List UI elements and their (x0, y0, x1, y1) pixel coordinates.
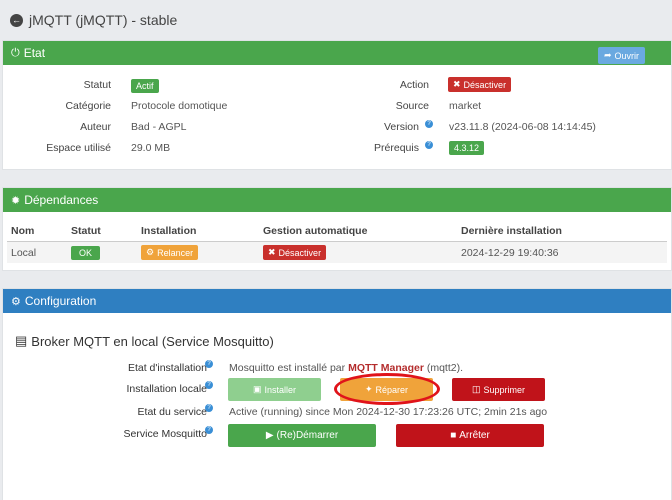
col-statut: Statut (67, 221, 137, 242)
etat-installation-suffix: (mqtt2). (426, 362, 464, 374)
auteur-label: Auteur (80, 121, 111, 133)
dependances-heading: ✹ Dépendances (3, 188, 671, 212)
installer-button[interactable]: ▣ Installer (228, 378, 321, 401)
ouvrir-button[interactable]: ➦ Ouvrir (597, 47, 645, 64)
trash-icon: ◫ (471, 384, 481, 394)
cogs-icon: ⚙ (11, 295, 21, 308)
close-icon: ✖ (453, 79, 461, 89)
broker-title-text: Broker MQTT en local (Service Mosquitto) (31, 333, 274, 349)
etat-installation-help-icon[interactable]: ? (205, 360, 213, 368)
dep-statut-badge: OK (71, 245, 101, 260)
bicycle-icon: ⚙ (146, 247, 155, 257)
etat-panel: ⏻ Etat ➦ Ouvrir Statut Actif Catégorie P… (2, 40, 672, 170)
page-title: jMQTT (jMQTT) - stable (29, 12, 178, 28)
categorie-label: Catégorie (65, 100, 111, 112)
prerequis-help-icon[interactable]: ? (425, 141, 433, 149)
source-value: market (449, 100, 482, 112)
installer-label: Installer (264, 384, 297, 395)
etat-installation-label: Etat d'installation (127, 362, 207, 374)
statut-badge: Actif (131, 79, 159, 93)
arreter-button[interactable]: ■ Arrêter (396, 424, 544, 447)
col-nom: Nom (7, 221, 67, 242)
cog-icon: ✹ (11, 194, 21, 207)
back-arrow-icon[interactable]: ← (10, 13, 23, 27)
redemarrer-button[interactable]: ▶ (Re)Démarrer (228, 424, 376, 447)
dep-installation-cell: ⚙ Relancer (137, 241, 259, 263)
supprimer-button[interactable]: ◫ Supprimer (452, 378, 545, 401)
dependances-table: Nom Statut Installation Gestion automati… (7, 221, 667, 263)
etat-service-value: Active (running) since Mon 2024-12-30 17… (229, 406, 548, 418)
dep-gestion-cell: ✖ Désactiver (259, 241, 457, 263)
etat-service-label: Etat du service (137, 406, 207, 418)
service-mosquitto-help-icon[interactable]: ? (205, 426, 213, 434)
power-icon: ⏻ (11, 46, 20, 59)
gestion-desactiver-label: Désactiver (278, 247, 322, 258)
play-icon: ▶ (265, 430, 274, 441)
version-help-icon[interactable]: ? (425, 120, 433, 128)
table-row: Local OK ⚙ Relancer ✖ Désactiver 2024-12… (7, 241, 667, 263)
stop-icon: ■ (450, 430, 457, 441)
arreter-label: Arrêter (459, 430, 490, 441)
relancer-button[interactable]: ⚙ Relancer (141, 245, 199, 260)
etat-service-help-icon[interactable]: ? (205, 404, 213, 412)
desactiver-button[interactable]: ✖ Désactiver (448, 77, 512, 92)
col-derniere: Dernière installation (457, 221, 667, 242)
statut-label: Statut (83, 79, 111, 91)
version-value: v23.11.8 (2024-06-08 14:14:45) (449, 121, 596, 133)
table-header-row: Nom Statut Installation Gestion automati… (7, 221, 667, 242)
supprimer-label: Supprimer (483, 384, 526, 395)
save-icon: ▣ (252, 384, 262, 394)
relancer-label: Relancer (157, 247, 194, 258)
gestion-desactiver-button[interactable]: ✖ Désactiver (263, 245, 327, 260)
service-mosquitto-label: Service Mosquitto (123, 428, 207, 440)
redemarrer-label: (Re)Démarrer (276, 430, 339, 441)
prerequis-label: Prérequis (374, 142, 419, 154)
auteur-value: Bad - AGPL (131, 121, 187, 133)
installation-locale-label: Installation locale (126, 383, 207, 395)
desactiver-label: Désactiver (463, 79, 507, 90)
configuration-title: Configuration (24, 294, 97, 308)
dep-statut-cell: OK (67, 241, 137, 263)
espace-value: 29.0 MB (131, 142, 171, 154)
col-gestion: Gestion automatique (259, 221, 457, 242)
dep-derniere: 2024-12-29 19:40:36 (457, 241, 667, 263)
broker-title: ▤ Broker MQTT en local (Service Mosquitt… (15, 333, 274, 349)
configuration-heading: ⚙ Configuration (3, 289, 671, 313)
action-label: Action (399, 79, 429, 91)
dependances-title: Dépendances (24, 193, 99, 207)
etat-installation-value: Mosquitto est installé par MQTT Manager … (229, 362, 463, 374)
share-icon: ➦ (603, 50, 612, 60)
close-icon: ✖ (268, 247, 276, 257)
etat-title: Etat (23, 46, 46, 60)
categorie-value: Protocole domotique (131, 100, 228, 112)
col-installation: Installation (137, 221, 259, 242)
ouvrir-label: Ouvrir (614, 50, 640, 61)
prerequis-badge: 4.3.12 (449, 141, 485, 155)
installation-locale-help-icon[interactable]: ? (205, 381, 213, 389)
version-label: Version (383, 121, 419, 133)
source-label: Source (395, 100, 429, 112)
etat-installation-prefix: Mosquitto est installé par (229, 362, 346, 374)
etat-heading: ⏻ Etat (3, 41, 671, 65)
dep-nom: Local (7, 241, 67, 263)
server-icon: ▤ (15, 333, 28, 348)
highlight-circle-annotation (334, 373, 440, 405)
page-header: ← jMQTT (jMQTT) - stable (0, 0, 672, 40)
espace-label: Espace utilisé (46, 142, 111, 154)
dependances-panel: ✹ Dépendances Nom Statut Installation Ge… (2, 187, 672, 271)
